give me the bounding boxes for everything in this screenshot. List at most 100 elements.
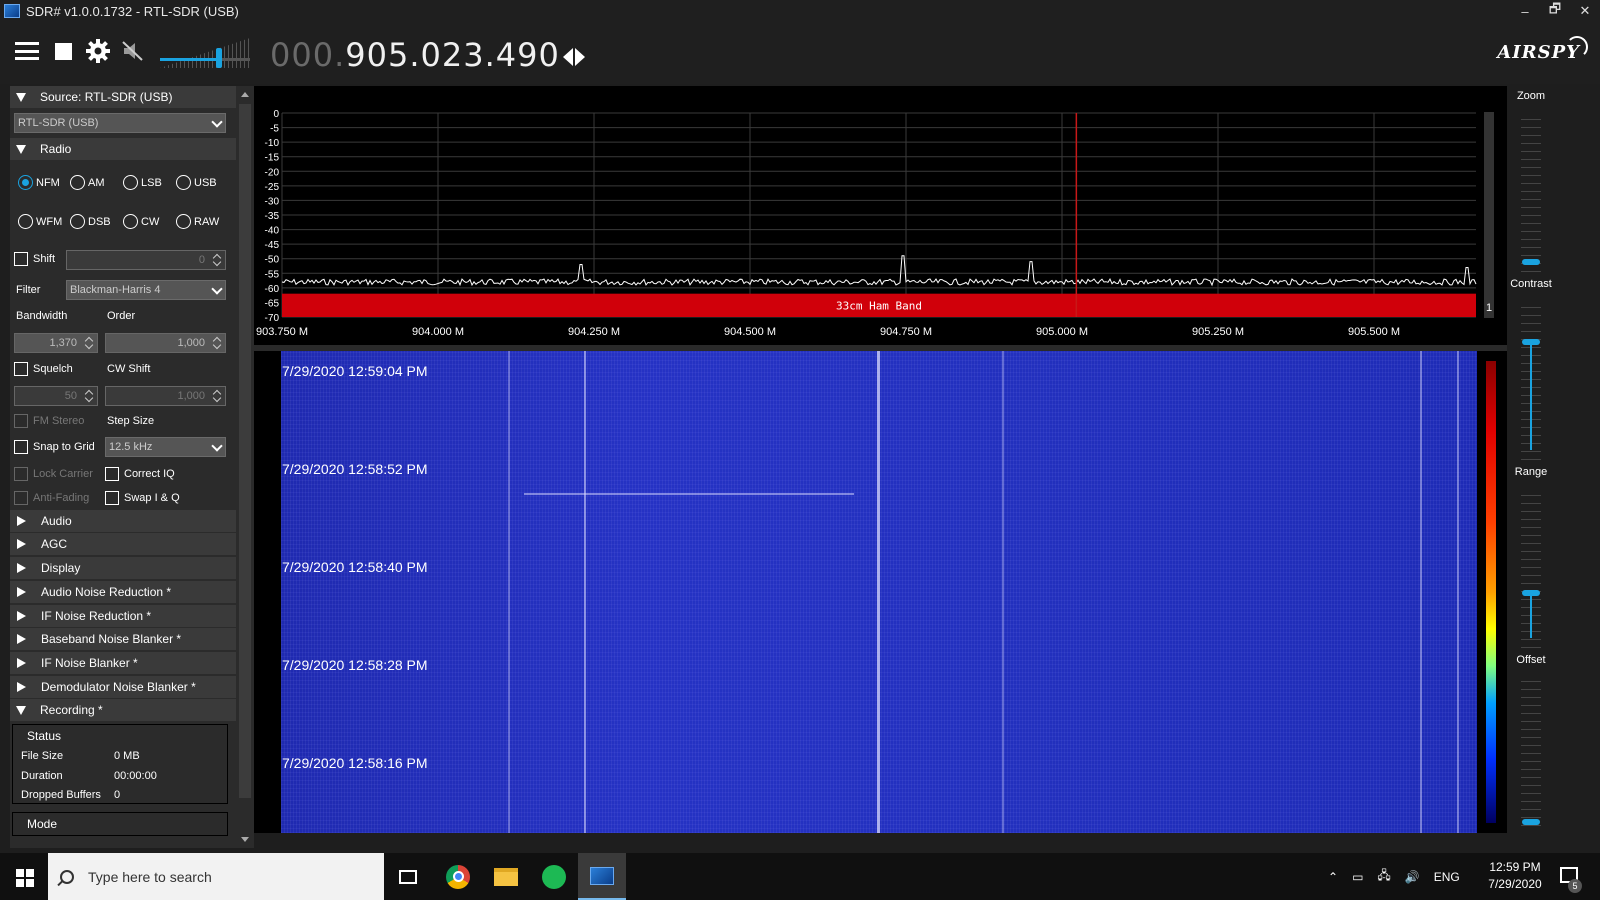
taskbar-search[interactable]: Type here to search	[48, 853, 384, 900]
stop-button[interactable]	[48, 36, 78, 66]
fm-stereo-checkbox[interactable]: FM Stereo	[14, 414, 84, 428]
spinner-icon[interactable]	[213, 335, 222, 351]
chrome-icon	[446, 864, 470, 889]
spinner-icon[interactable]	[85, 335, 94, 351]
filter-select[interactable]: Blackman-Harris 4	[66, 280, 226, 300]
lock-carrier-checkbox[interactable]: Lock Carrier	[14, 467, 93, 481]
y-tick-label: -20	[265, 167, 280, 178]
shift-checkbox[interactable]: Shift	[14, 252, 55, 266]
frequency-display[interactable]: 000.905.023.490	[270, 36, 560, 74]
section-if-noise-blanker[interactable]: IF Noise Blanker *	[10, 652, 236, 674]
volume-slider[interactable]	[160, 38, 250, 68]
contrast-slider-thumb[interactable]	[1522, 339, 1540, 345]
mode-radio-dsb[interactable]: DSB	[70, 214, 111, 229]
section-audio-noise-reduction[interactable]: Audio Noise Reduction *	[10, 581, 236, 603]
mode-radio-cw[interactable]: CW	[123, 214, 159, 229]
task-view-button[interactable]	[384, 853, 432, 900]
squelch-checkbox[interactable]: Squelch	[14, 362, 73, 376]
waterfall-display[interactable]: 7/29/2020 12:59:04 PM 7/29/2020 12:58:52…	[254, 351, 1507, 833]
chrome-taskbar-button[interactable]	[434, 853, 482, 900]
mode-radio-raw[interactable]: RAW	[176, 214, 219, 229]
recording-mode-box[interactable]: Mode	[12, 812, 228, 836]
y-tick-label: -40	[265, 226, 280, 237]
order-input[interactable]: 1,000	[105, 333, 226, 353]
range-slider-thumb[interactable]	[1522, 590, 1540, 596]
windows-start-icon[interactable]	[16, 869, 34, 887]
scroll-up-icon[interactable]	[241, 92, 249, 97]
minimize-button[interactable]: –	[1510, 0, 1540, 22]
volume-thumb[interactable]	[215, 48, 222, 68]
dropped-buffers-label: Dropped Buffers	[21, 789, 101, 801]
anti-fading-checkbox[interactable]: Anti-Fading	[14, 491, 89, 505]
waterfall-carrier-line	[1420, 351, 1422, 833]
clock-time: 12:59 PM	[1489, 860, 1541, 874]
spinner-icon[interactable]	[213, 252, 222, 268]
zoom-label: Zoom	[1516, 90, 1546, 102]
tune-right-icon[interactable]	[575, 48, 585, 66]
status-label: Status	[27, 729, 62, 743]
y-tick-label: -30	[265, 196, 280, 207]
mode-radio-am[interactable]: AM	[70, 175, 105, 190]
section-agc[interactable]: AGC	[10, 533, 236, 555]
file-size-label: File Size	[21, 750, 64, 762]
source-device-select[interactable]: RTL-SDR (USB)	[14, 113, 226, 133]
spinner-icon[interactable]	[85, 388, 94, 404]
panel-scrollbar[interactable]	[236, 86, 254, 848]
spectrum-plot[interactable]: 0 -5 -10 -15 -20 -25 -30 -35 -40 -45 -50 -55 -60 -65 -…	[254, 86, 1507, 348]
radio-section-header[interactable]: Radio	[10, 138, 236, 160]
restore-button[interactable]: 🗗	[1540, 0, 1570, 22]
step-size-select[interactable]: 12.5 kHz	[105, 437, 226, 457]
spectrum-analyzer[interactable]: 0 -5 -10 -15 -20 -25 -30 -35 -40 -45 -50 -55 -60 -65 -…	[254, 86, 1507, 348]
close-button[interactable]: ✕	[1570, 0, 1600, 22]
section-if-noise-reduction[interactable]: IF Noise Reduction *	[10, 605, 236, 627]
waterfall-timestamp: 7/29/2020 12:58:52 PM	[282, 461, 428, 477]
mode-radio-nfm[interactable]: NFM	[18, 175, 60, 190]
battery-icon[interactable]: ▭	[1352, 870, 1363, 884]
section-demodulator-noise-blanker[interactable]: Demodulator Noise Blanker *	[10, 676, 236, 698]
tray-chevron-up-icon[interactable]: ⌃	[1328, 870, 1338, 884]
offset-slider-thumb[interactable]	[1522, 819, 1540, 825]
settings-button[interactable]	[83, 36, 113, 66]
spectrum-scrollbar[interactable]	[1484, 112, 1494, 318]
waterfall-timestamp: 7/29/2020 12:58:16 PM	[282, 755, 428, 771]
sdr-app-icon	[4, 4, 20, 18]
cw-shift-input[interactable]: 1,000	[105, 386, 226, 406]
menu-button[interactable]	[12, 36, 42, 66]
language-indicator[interactable]: ENG	[1434, 870, 1460, 884]
mute-button[interactable]	[118, 36, 148, 66]
mode-radio-usb[interactable]: USB	[176, 175, 217, 190]
source-section-header[interactable]: Source: RTL-SDR (USB)	[10, 86, 236, 108]
sdr-taskbar-button[interactable]	[578, 853, 626, 900]
x-tick-label: 905.000 M	[1036, 326, 1088, 338]
swap-iq-checkbox[interactable]: Swap I & Q	[105, 491, 180, 505]
file-explorer-taskbar-button[interactable]	[482, 853, 530, 900]
bandwidth-input[interactable]: 1,370	[14, 333, 98, 353]
scroll-thumb[interactable]	[239, 104, 251, 798]
volume-icon[interactable]: 🔊	[1405, 870, 1420, 884]
collapse-icon	[16, 144, 26, 154]
tune-left-icon[interactable]	[563, 48, 573, 66]
network-icon[interactable]: 🖧	[1377, 866, 1390, 887]
scroll-down-icon[interactable]	[241, 837, 249, 842]
mode-radio-wfm[interactable]: WFM	[18, 214, 62, 229]
zoom-slider-thumb[interactable]	[1522, 259, 1540, 265]
shift-input[interactable]: 0	[66, 250, 226, 270]
y-tick-label: -35	[265, 211, 280, 222]
expand-icon	[17, 634, 26, 644]
range-slider-fill	[1530, 593, 1532, 638]
section-recording[interactable]: Recording *	[10, 699, 236, 721]
mode-radio-lsb[interactable]: LSB	[123, 175, 162, 190]
title-bar: SDR# v1.0.0.1732 - RTL-SDR (USB) – 🗗 ✕	[0, 0, 1600, 22]
section-audio[interactable]: Audio	[10, 510, 236, 532]
section-display[interactable]: Display	[10, 557, 236, 579]
tuning-arrows[interactable]	[563, 48, 585, 66]
spinner-icon[interactable]	[213, 388, 222, 404]
spotify-taskbar-button[interactable]	[530, 853, 578, 900]
taskbar-clock[interactable]: 12:59 PM 7/29/2020	[1480, 859, 1550, 893]
snap-to-grid-checkbox[interactable]: Snap to Grid	[14, 440, 95, 454]
section-baseband-noise-blanker[interactable]: Baseband Noise Blanker *	[10, 628, 236, 650]
y-tick-label: -45	[265, 240, 280, 251]
squelch-input[interactable]: 50	[14, 386, 98, 406]
correct-iq-checkbox[interactable]: Correct IQ	[105, 467, 175, 481]
waterfall-timestamp: 7/29/2020 12:59:04 PM	[282, 363, 428, 379]
